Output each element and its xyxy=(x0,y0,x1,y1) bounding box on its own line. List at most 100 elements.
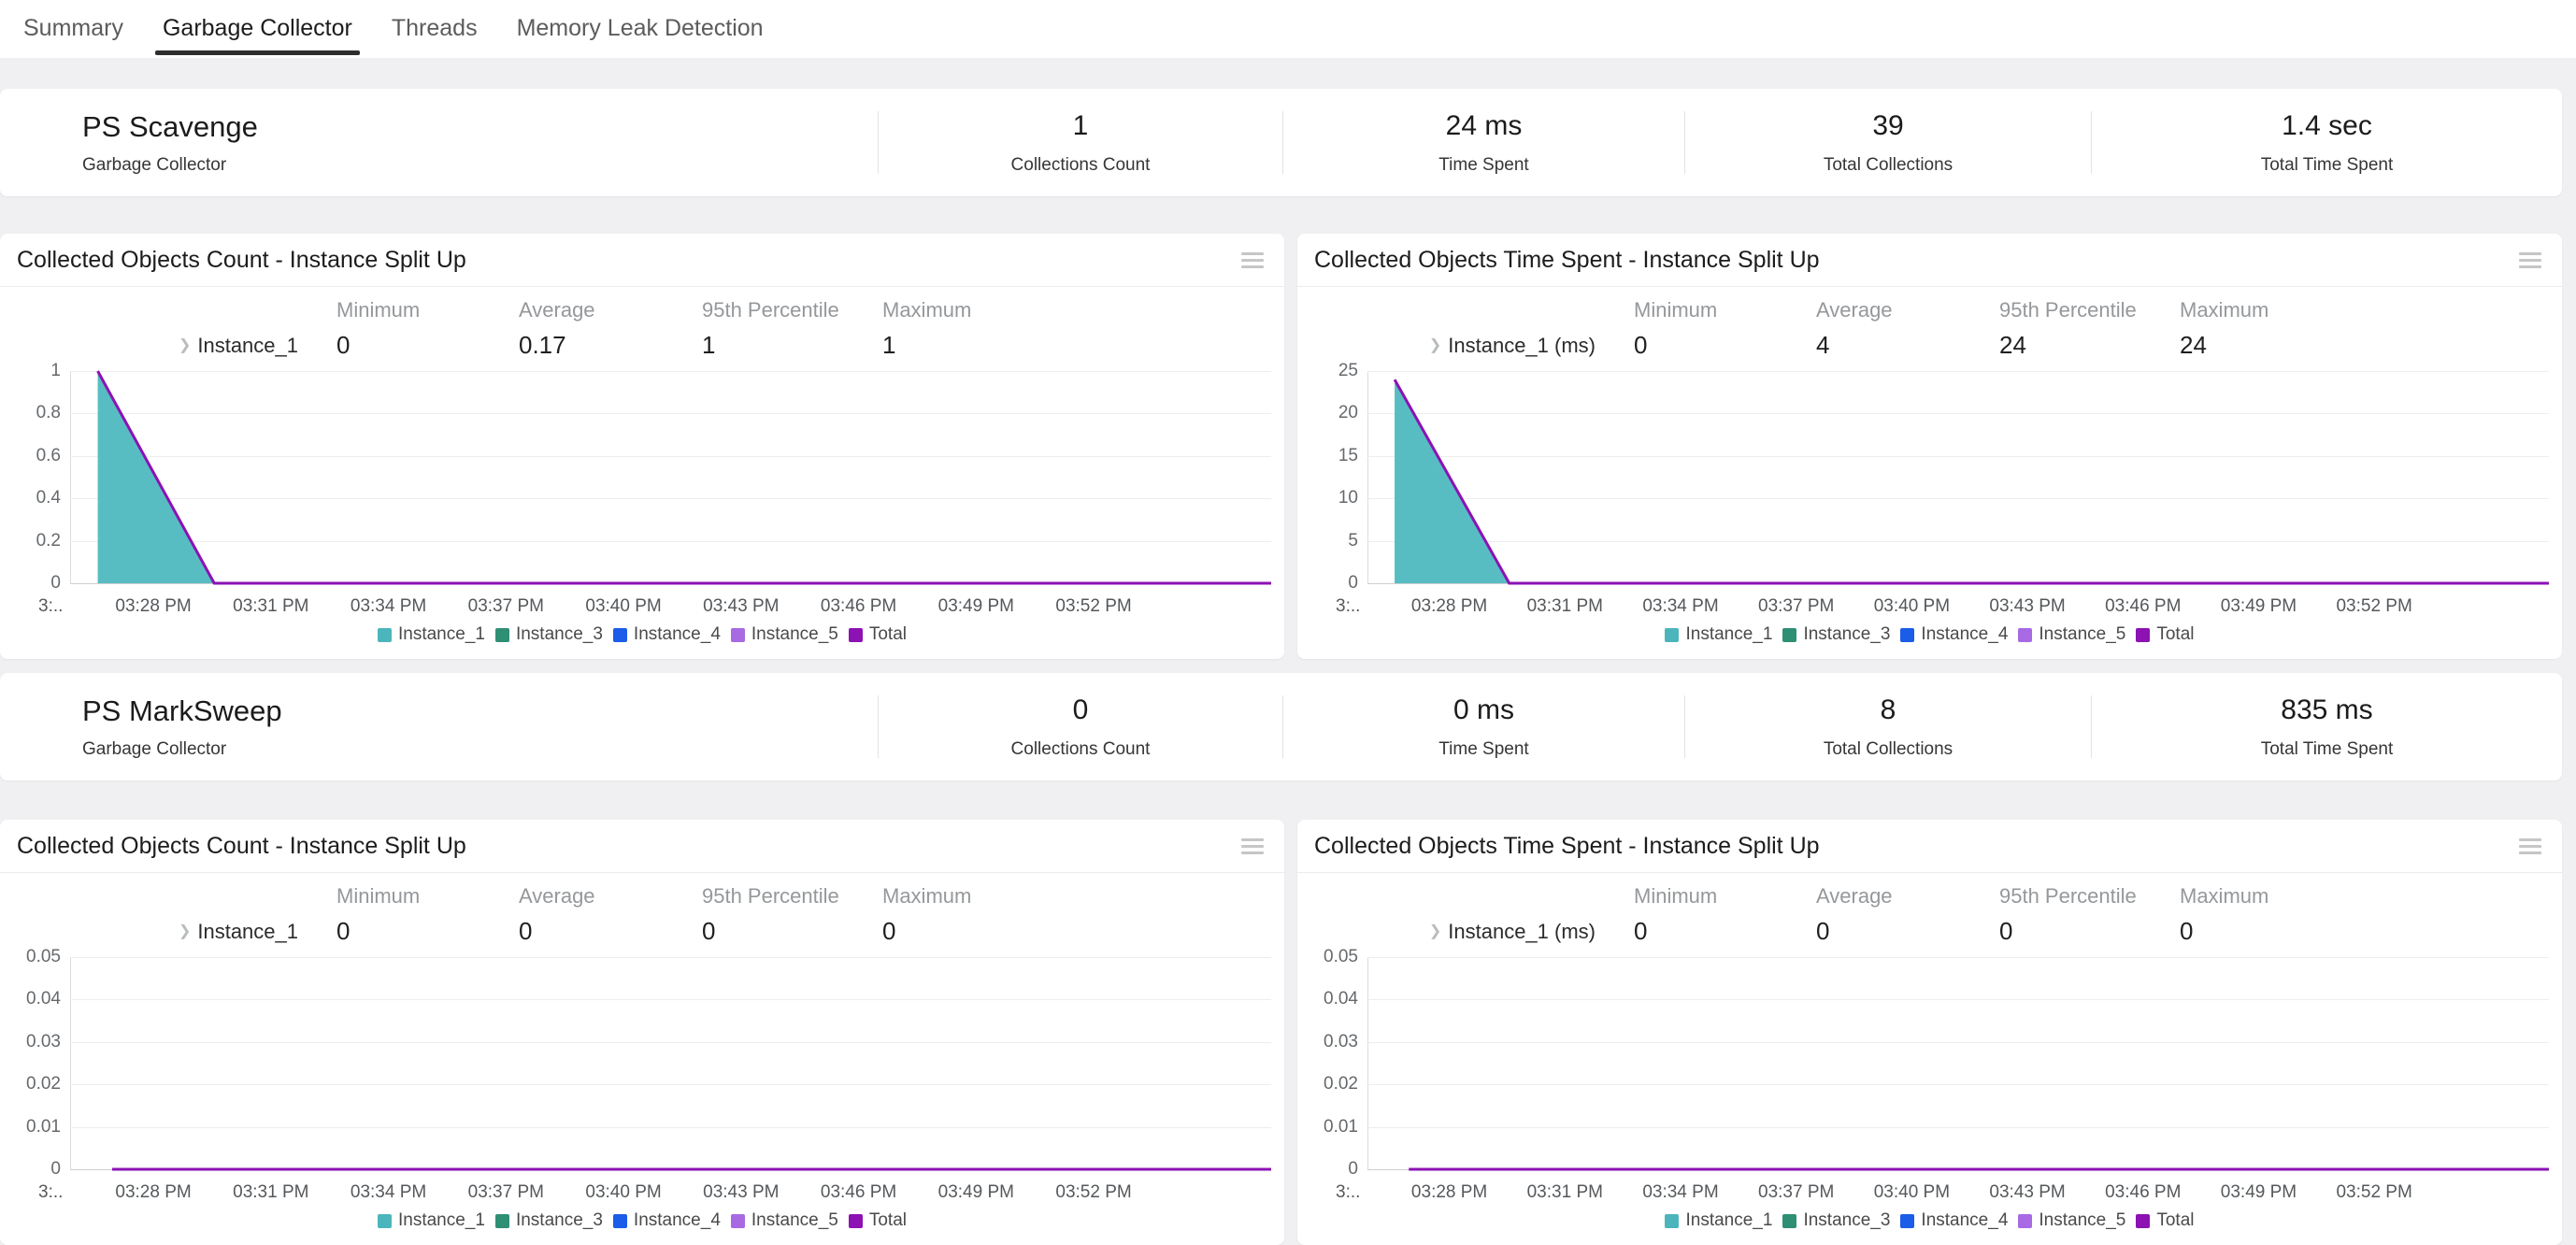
column-header-minimum: Minimum xyxy=(1630,884,1812,909)
x-axis-tick-label: 3:.. xyxy=(1336,596,1360,617)
hamburger-menu-icon[interactable] xyxy=(1239,835,1266,858)
legend-item-instance_4[interactable]: Instance_4 xyxy=(613,1210,721,1231)
legend-label: Total xyxy=(869,1210,907,1231)
legend-item-instance_5[interactable]: Instance_5 xyxy=(731,624,838,645)
instance-row-toggle[interactable]: ❯Instance_1 (ms) xyxy=(1297,334,1630,358)
legend-item-instance_3[interactable]: Instance_3 xyxy=(1782,1210,1890,1231)
y-axis-tick-label: 0 xyxy=(1348,1159,1358,1180)
legend-item-instance_4[interactable]: Instance_4 xyxy=(1900,624,2008,645)
tab-bar: Summary Garbage Collector Threads Memory… xyxy=(0,0,2576,58)
x-axis-tick-label: 03:40 PM xyxy=(585,1182,661,1203)
legend-item-instance_5[interactable]: Instance_5 xyxy=(731,1210,838,1231)
x-axis-tick-label: 03:37 PM xyxy=(1758,596,1834,617)
stat-label: Time Spent xyxy=(1438,155,1528,176)
y-axis-tick-label: 0.03 xyxy=(26,1032,61,1052)
chart-panel-collected-objects-time-spent-2: Collected Objects Time Spent - Instance … xyxy=(1297,820,2562,1245)
legend-label: Instance_1 xyxy=(1685,624,1772,645)
x-axis-tick-label: 03:34 PM xyxy=(1642,1182,1718,1203)
legend-item-instance_5[interactable]: Instance_5 xyxy=(2018,624,2125,645)
legend-item-instance_3[interactable]: Instance_3 xyxy=(495,624,603,645)
area-fill-instance-1 xyxy=(1395,379,2549,583)
legend-label: Instance_5 xyxy=(751,1210,838,1231)
legend-item-instance_4[interactable]: Instance_4 xyxy=(1900,1210,2008,1231)
x-axis-tick-label: 03:34 PM xyxy=(351,1182,426,1203)
y-axis-tick-label: 0.01 xyxy=(1324,1117,1358,1138)
x-axis-tick-label: 03:31 PM xyxy=(1527,596,1603,617)
hamburger-menu-icon[interactable] xyxy=(2517,835,2543,858)
chart-stats-table: Minimum Average 95th Percentile Maximum … xyxy=(1297,287,2562,360)
stat-95th-percentile: 1 xyxy=(698,331,879,360)
legend-label: Instance_5 xyxy=(751,624,838,645)
x-axis-tick-label: 03:31 PM xyxy=(233,1182,308,1203)
legend-swatch xyxy=(613,628,627,642)
column-header-95th-percentile: 95th Percentile xyxy=(1996,884,2176,909)
x-axis-tick-label: 03:40 PM xyxy=(585,596,661,617)
legend-label: Instance_5 xyxy=(2039,624,2125,645)
x-axis-tick-label: 03:49 PM xyxy=(2221,596,2297,617)
series-svg xyxy=(1367,371,2549,583)
y-axis-tick-label: 20 xyxy=(1338,403,1358,423)
hamburger-menu-icon[interactable] xyxy=(1239,249,1266,272)
x-axis-tick-label: 03:49 PM xyxy=(2221,1182,2297,1203)
legend-item-instance_5[interactable]: Instance_5 xyxy=(2018,1210,2125,1231)
stat-minimum: 0 xyxy=(333,331,515,360)
x-axis-tick-label: 03:40 PM xyxy=(1874,596,1950,617)
y-axis-tick-label: 0.02 xyxy=(26,1074,61,1095)
column-header-average: Average xyxy=(1812,884,1996,909)
gc-name-sublabel: Garbage Collector xyxy=(82,739,878,760)
chart-title: Collected Objects Count - Instance Split… xyxy=(17,247,466,274)
legend-item-instance_1[interactable]: Instance_1 xyxy=(378,624,485,645)
legend-label: Instance_3 xyxy=(1803,1210,1890,1231)
legend-label: Instance_4 xyxy=(1921,624,2008,645)
chart-title: Collected Objects Time Spent - Instance … xyxy=(1314,833,1820,860)
gc-name: PS Scavenge xyxy=(82,110,878,144)
tab-garbage-collector[interactable]: Garbage Collector xyxy=(153,0,362,58)
x-axis: 3:..03:28 PM03:31 PM03:34 PM03:37 PM03:4… xyxy=(70,589,1271,621)
tab-summary[interactable]: Summary xyxy=(14,0,133,58)
legend-item-total[interactable]: Total xyxy=(2136,624,2194,645)
x-axis: 3:..03:28 PM03:31 PM03:34 PM03:37 PM03:4… xyxy=(1367,589,2549,621)
legend-swatch xyxy=(378,1214,392,1228)
stat-time-spent: 0 ms Time Spent xyxy=(1282,695,1684,758)
legend-item-instance_1[interactable]: Instance_1 xyxy=(1665,1210,1772,1231)
legend-item-instance_1[interactable]: Instance_1 xyxy=(378,1210,485,1231)
instance-row-toggle[interactable]: ❯Instance_1 xyxy=(0,334,333,358)
legend-item-instance_4[interactable]: Instance_4 xyxy=(613,624,721,645)
instance-row-toggle[interactable]: ❯ Instance_1 xyxy=(0,920,333,944)
chart-stats-table: Minimum Average 95th Percentile Maximum … xyxy=(1297,873,2562,946)
hamburger-menu-icon[interactable] xyxy=(2517,249,2543,272)
x-axis-tick-label: 03:52 PM xyxy=(2336,1182,2411,1203)
x-axis-tick-label: 03:37 PM xyxy=(1758,1182,1834,1203)
legend-item-instance_3[interactable]: Instance_3 xyxy=(1782,624,1890,645)
tab-threads[interactable]: Threads xyxy=(382,0,487,58)
stat-label: Total Collections xyxy=(1824,739,1953,760)
chart-legend: Instance_1 Instance_3 Instance_4 Instance_5… xyxy=(0,624,1284,645)
chart-panel-collected-objects-count-1: Collected Objects Count - Instance Split… xyxy=(0,234,1284,659)
instance-row-label: Instance_1 xyxy=(197,920,298,944)
stat-average: 4 xyxy=(1812,331,1996,360)
legend-item-total[interactable]: Total xyxy=(849,624,907,645)
legend-item-total[interactable]: Total xyxy=(849,1210,907,1231)
stat-95th-percentile: 24 xyxy=(1996,331,2176,360)
legend-swatch xyxy=(1782,628,1796,642)
tab-memory-leak-detection[interactable]: Memory Leak Detection xyxy=(508,0,773,58)
x-axis-tick-label: 03:52 PM xyxy=(1055,1182,1131,1203)
y-axis-tick-label: 0.4 xyxy=(36,488,61,508)
stat-collections-count: 0 Collections Count xyxy=(878,695,1282,758)
chart-header: Collected Objects Time Spent - Instance … xyxy=(1297,234,2562,287)
charts-row-2: Collected Objects Count - Instance Split… xyxy=(0,820,2562,1245)
stat-maximum: 24 xyxy=(2176,331,2562,360)
instance-row-toggle[interactable]: ❯Instance_1 (ms) xyxy=(1297,920,1630,944)
x-axis-tick-label: 03:49 PM xyxy=(938,596,1014,617)
legend-item-total[interactable]: Total xyxy=(2136,1210,2194,1231)
chart-legend: Instance_1 Instance_3 Instance_4 Instance_5… xyxy=(1297,624,2562,645)
legend-label: Instance_1 xyxy=(398,624,485,645)
chevron-right-icon: ❯ xyxy=(179,924,191,939)
legend-item-instance_1[interactable]: Instance_1 xyxy=(1665,624,1772,645)
legend-item-instance_3[interactable]: Instance_3 xyxy=(495,1210,603,1231)
stat-value: 0 ms xyxy=(1453,694,1514,726)
x-axis-tick-label: 03:28 PM xyxy=(115,596,191,617)
x-axis-tick-label: 03:52 PM xyxy=(1055,596,1131,617)
y-axis-tick-label: 25 xyxy=(1338,361,1358,381)
series-line-total xyxy=(98,371,1271,583)
